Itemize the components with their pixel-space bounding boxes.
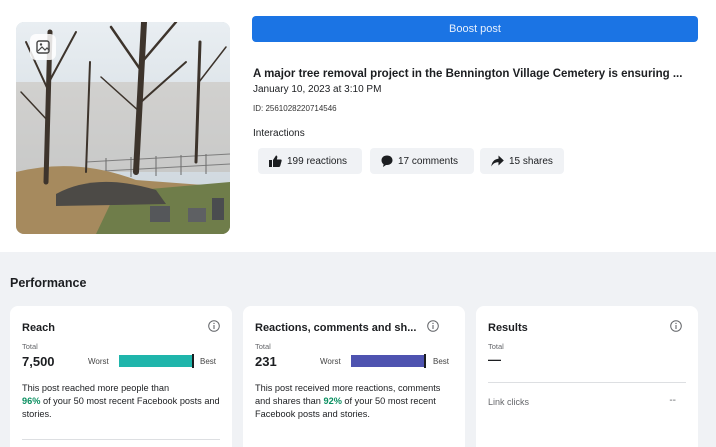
engagement-total-label: Total [255, 342, 271, 351]
results-total-value: — [488, 352, 501, 367]
reach-best-label: Best [200, 357, 217, 366]
boost-post-button[interactable]: Boost post [252, 16, 698, 42]
post-thumbnail[interactable] [16, 22, 230, 234]
comment-icon [381, 155, 393, 167]
info-icon[interactable] [670, 320, 682, 332]
engagement-description: This post received more reactions, comme… [255, 382, 455, 421]
reach-card: Reach Total 7,500 Worst Best This post r… [10, 306, 232, 447]
link-clicks-label: Link clicks [488, 397, 530, 407]
link-clicks-value: -- [669, 395, 676, 406]
reach-description: This post reached more people than 96% o… [22, 382, 222, 421]
engagement-total-value: 231 [255, 354, 277, 369]
info-icon[interactable] [427, 320, 439, 332]
shares-count: 15 shares [509, 155, 553, 167]
reactions-count: 199 reactions [287, 155, 348, 167]
engagement-percent: 92% [323, 396, 342, 406]
engagement-best-label: Best [433, 357, 450, 366]
reach-title: Reach [22, 322, 56, 334]
results-card: Results Total — Link clicks -- [476, 306, 698, 447]
reach-benchmark-bar [119, 354, 194, 368]
divider [488, 382, 686, 383]
engagement-benchmark-bar [351, 354, 427, 368]
info-icon[interactable] [208, 320, 220, 332]
thumbs-up-icon [269, 155, 282, 167]
engagement-card: Reactions, comments and sh... Total 231 … [243, 306, 465, 447]
divider [22, 439, 220, 440]
reach-worst-label: Worst [88, 357, 109, 366]
reach-bar-marker [191, 354, 194, 368]
reach-bar-fill [119, 355, 193, 367]
comments-count: 17 comments [398, 155, 459, 167]
engagement-bar-fill [351, 355, 426, 367]
reach-total-label: Total [22, 342, 38, 351]
reach-desc-text-after: of your 50 most recent Facebook posts an… [22, 396, 220, 419]
photo-type-icon [30, 34, 56, 60]
engagement-bar-marker [424, 354, 427, 368]
reactions-chip[interactable]: 199 reactions [258, 148, 362, 174]
post-date: January 10, 2023 at 3:10 PM [253, 84, 382, 95]
post-title[interactable]: A major tree removal project in the Benn… [253, 68, 699, 80]
engagement-title: Reactions, comments and sh... [255, 322, 417, 334]
comments-chip[interactable]: 17 comments [370, 148, 474, 174]
post-card: Boost post A major tree removal project … [0, 0, 716, 252]
post-id: ID: 2561028220714546 [253, 104, 337, 113]
share-arrow-icon [491, 155, 504, 167]
reach-total-value: 7,500 [22, 354, 55, 369]
performance-heading: Performance [10, 276, 87, 290]
shares-chip[interactable]: 15 shares [480, 148, 564, 174]
reach-percent: 96% [22, 396, 41, 406]
engagement-worst-label: Worst [320, 357, 341, 366]
results-total-label: Total [488, 342, 504, 351]
reach-desc-text: This post reached more people than [22, 383, 170, 393]
results-title: Results [488, 322, 528, 334]
interactions-label: Interactions [253, 128, 305, 139]
